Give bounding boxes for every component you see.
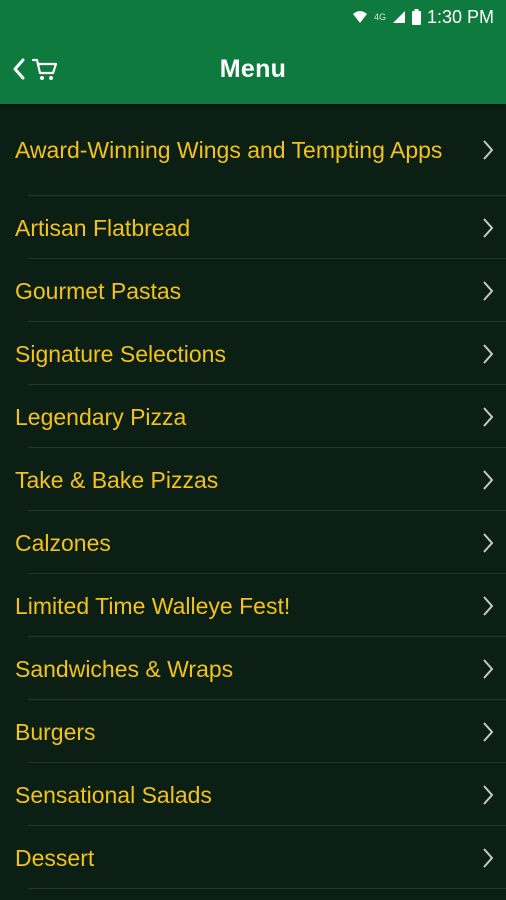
menu-item-label: Dessert — [15, 844, 95, 871]
menu-item-label: Signature Selections — [15, 340, 226, 367]
chevron-right-icon — [482, 658, 494, 680]
back-button[interactable] — [12, 34, 58, 104]
menu-item-walleye-fest[interactable]: Limited Time Walleye Fest! — [0, 574, 506, 637]
menu-item-gourmet-pastas[interactable]: Gourmet Pastas — [0, 259, 506, 322]
menu-item-label: Artisan Flatbread — [15, 214, 191, 241]
chevron-right-icon — [482, 721, 494, 743]
menu-item-label: Calzones — [15, 529, 111, 556]
menu-item-label: Take & Bake Pizzas — [15, 466, 219, 493]
menu-item-signature-selections[interactable]: Signature Selections — [0, 322, 506, 385]
menu-item-label: Limited Time Walleye Fest! — [15, 592, 291, 619]
menu-item-label: Sandwiches & Wraps — [15, 655, 234, 682]
menu-item-label: Burgers — [15, 718, 96, 745]
cart-icon — [32, 57, 58, 81]
menu-item-artisan-flatbread[interactable]: Artisan Flatbread — [0, 196, 506, 259]
chevron-right-icon — [482, 847, 494, 869]
menu-item-calzones[interactable]: Calzones — [0, 511, 506, 574]
cell-signal-icon — [392, 10, 406, 24]
status-time: 1:30 PM — [426, 6, 494, 27]
app-header: Menu — [0, 34, 506, 104]
chevron-right-icon — [482, 217, 494, 239]
menu-item-legendary-pizza[interactable]: Legendary Pizza — [0, 385, 506, 448]
chevron-right-icon — [482, 532, 494, 554]
menu-item-take-bake-pizzas[interactable]: Take & Bake Pizzas — [0, 448, 506, 511]
menu-item-wings-apps[interactable]: Award-Winning Wings and Tempting Apps — [0, 104, 506, 196]
battery-icon — [411, 9, 421, 25]
menu-item-sandwiches-wraps[interactable]: Sandwiches & Wraps — [0, 637, 506, 700]
menu-item-burgers[interactable]: Burgers — [0, 700, 506, 763]
chevron-right-icon — [482, 784, 494, 806]
status-bar: 4G 1:30 PM — [0, 0, 506, 34]
wifi-icon — [352, 10, 368, 24]
menu-item-sensational-salads[interactable]: Sensational Salads — [0, 763, 506, 826]
page-title: Menu — [219, 54, 287, 83]
menu-item-label: Gourmet Pastas — [15, 277, 182, 304]
menu-item-label: Award-Winning Wings and Tempting Apps — [15, 137, 443, 163]
chevron-right-icon — [482, 406, 494, 428]
chevron-right-icon — [482, 139, 494, 161]
chevron-left-icon — [12, 57, 26, 81]
menu-category-list: Award-Winning Wings and Tempting Apps Ar… — [0, 104, 506, 889]
chevron-right-icon — [482, 280, 494, 302]
network-type-label: 4G — [373, 12, 386, 22]
menu-item-label: Legendary Pizza — [15, 403, 187, 430]
chevron-right-icon — [482, 469, 494, 491]
chevron-right-icon — [482, 343, 494, 365]
chevron-right-icon — [482, 595, 494, 617]
menu-item-label: Sensational Salads — [15, 781, 212, 808]
menu-item-dessert[interactable]: Dessert — [0, 826, 506, 889]
